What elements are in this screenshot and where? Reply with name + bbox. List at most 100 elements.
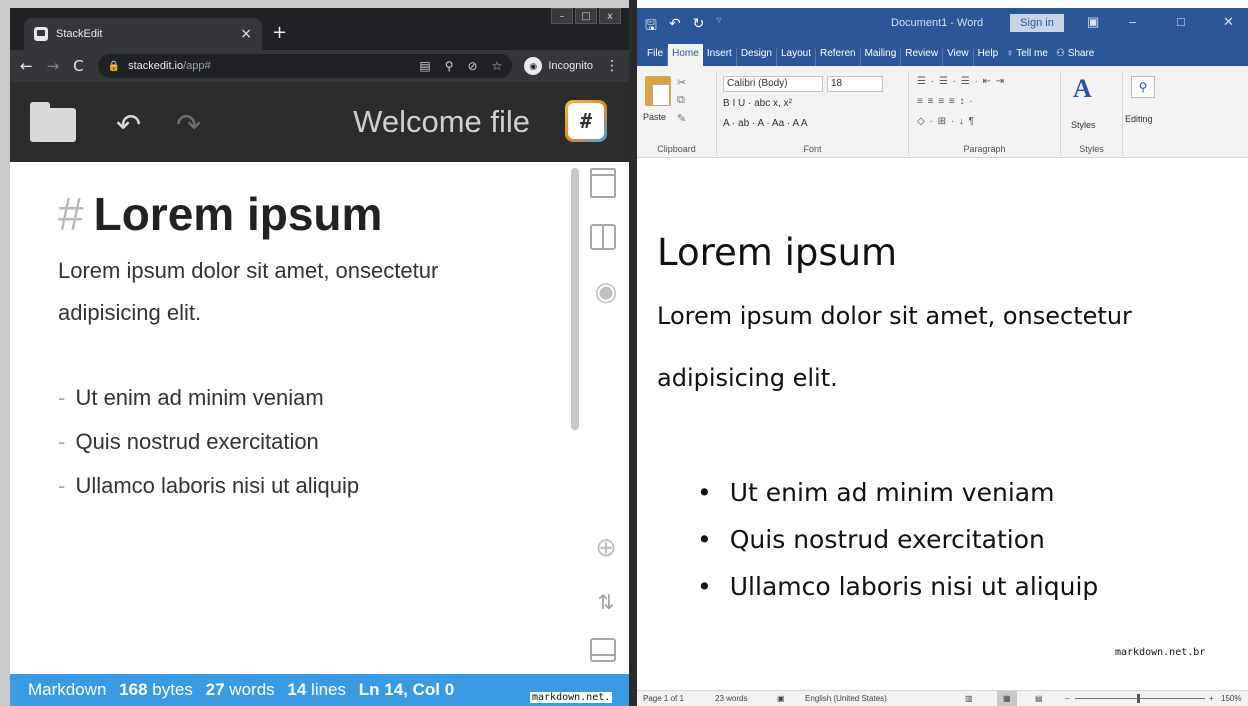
address-bar-icons: ▤ ⚲ ⊘ ☆ [419, 59, 502, 73]
hash-icon: # [568, 103, 604, 139]
tab-mailings[interactable]: Mailing [861, 48, 902, 66]
word-document-page[interactable]: Lorem ipsum Lorem ipsum dolor sit amet, … [637, 159, 1248, 670]
undo-icon[interactable]: ↶ [669, 15, 681, 39]
status-words-label: words [229, 680, 275, 699]
address-bar[interactable]: 🔒 stackedit.io /app# ▤ ⚲ ⊘ ☆ [97, 54, 513, 78]
browser-toolbar: ← → C 🔒 stackedit.io /app# ▤ ⚲ ⊘ ☆ ◉ Inc… [10, 50, 629, 82]
preview-eye-icon[interactable]: ◉ [590, 276, 622, 308]
word-paragraph: Lorem ipsum dolor sit amet, onsectetur a… [657, 302, 1132, 392]
alignment-buttons-icon[interactable]: ≡ ≡ ≡ ≡ ↕ · [917, 96, 974, 107]
status-bar-icon[interactable] [590, 638, 616, 662]
copy-icon[interactable]: ⧉ [677, 94, 685, 107]
maximize-button[interactable]: □ [575, 8, 597, 24]
tab-review[interactable]: Review [901, 48, 944, 66]
cut-icon[interactable]: ✂ [677, 76, 686, 89]
toggle-navbar-icon[interactable] [590, 168, 616, 198]
zoom-slider[interactable] [1075, 698, 1205, 699]
scrollbar-thumb[interactable] [571, 168, 579, 430]
zoom-icon[interactable]: ⚲ [445, 59, 454, 73]
toggle-status-bar-icon[interactable]: ⇅ [590, 586, 622, 618]
stackedit-favicon-icon [34, 27, 48, 41]
editor-scrollbar[interactable] [570, 166, 580, 436]
list-item-text: Ullamco laboris nisi ut aliquip [75, 473, 360, 498]
format-buttons-row2[interactable]: A · ab · A · Aa · A A [723, 118, 808, 129]
close-window-button[interactable]: x [599, 8, 621, 24]
share-button[interactable]: ⚇ Share [1052, 48, 1098, 66]
word-bullet-list: Ut enim ad minim veniam Quis nostrud exe… [697, 469, 1099, 610]
close-tab-icon[interactable]: × [240, 26, 252, 42]
format-painter-icon[interactable]: ✎ [677, 112, 686, 125]
font-size-select[interactable]: 18 [827, 76, 883, 92]
styles-icon[interactable]: A [1073, 74, 1092, 104]
file-title[interactable]: Welcome file [310, 104, 530, 140]
tab-file[interactable]: File [643, 48, 669, 66]
list-item-text: Quis nostrud exercitation [75, 429, 319, 454]
save-icon[interactable]: 🖫 [645, 15, 657, 39]
read-mode-icon[interactable]: ▥ [965, 691, 973, 706]
font-name-select[interactable]: Calibri (Body) [723, 76, 823, 92]
tracking-icon[interactable]: ⊘ [468, 59, 478, 73]
browser-menu-icon[interactable]: ⋮ [605, 58, 619, 74]
undo-icon[interactable]: ↶ [116, 108, 141, 143]
minimize-icon[interactable]: – [1129, 14, 1136, 29]
tab-references[interactable]: Referen [816, 48, 861, 66]
page-count[interactable]: Page 1 of 1 [643, 691, 684, 706]
format-buttons-row1[interactable]: B I U · abc x, x² [723, 98, 792, 109]
reload-icon[interactable]: C [73, 57, 83, 75]
language[interactable]: English (United States) [805, 691, 887, 706]
folder-icon[interactable] [30, 102, 76, 142]
tell-me-search[interactable]: ♀ Tell me [1002, 48, 1052, 66]
print-layout-icon[interactable]: ▦ [997, 691, 1017, 706]
ribbon-display-icon[interactable]: ▣ [1087, 14, 1099, 30]
markdown-editor[interactable]: # Lorem ipsum Lorem ipsum dolor sit amet,… [10, 162, 570, 674]
styles-group: A Styles Styles [1061, 72, 1123, 156]
heading-text: Lorem ipsum [93, 188, 383, 240]
minimize-button[interactable]: – [551, 8, 573, 24]
tab-view[interactable]: View [943, 48, 974, 66]
list-buttons-icon[interactable]: ☰ · ☰ · ☰ · ⇤ ⇥ [917, 76, 1005, 87]
zoom-slider-thumb[interactable] [1137, 694, 1140, 703]
close-icon[interactable]: ✕ [1223, 14, 1234, 30]
paste-icon[interactable] [645, 76, 671, 106]
side-toolbar: ◉ ⊕ ⇅ [584, 162, 629, 674]
zoom-level[interactable]: 150% [1221, 691, 1241, 706]
word-count[interactable]: 23 words [715, 691, 747, 706]
window-divider [629, 0, 637, 706]
maximize-icon[interactable]: □ [1177, 14, 1185, 29]
tab-design[interactable]: Design [737, 48, 777, 66]
ribbon-tab-bar: File Home Insert Design Layout Referen M… [637, 40, 1248, 66]
back-arrow-icon[interactable]: ← [20, 57, 33, 75]
new-tab-button[interactable]: + [272, 22, 287, 43]
styles-button-label: Styles [1071, 120, 1096, 130]
scroll-sync-icon[interactable]: ⊕ [590, 532, 622, 564]
tab-layout[interactable]: Layout [777, 48, 816, 66]
sign-in-button[interactable]: Sign in [1010, 14, 1064, 32]
zoom-out-button[interactable]: – [1065, 691, 1069, 706]
tab-insert[interactable]: Insert [703, 48, 737, 66]
browser-tab[interactable]: StackEdit × [24, 18, 262, 50]
zoom-in-button[interactable]: + [1209, 691, 1214, 706]
markdown-menu-button[interactable]: # [565, 100, 607, 142]
document-title: Document1 - Word [891, 17, 984, 29]
translate-icon[interactable]: ▤ [419, 59, 430, 73]
font-label: Font [803, 144, 822, 154]
forward-arrow-icon[interactable]: → [47, 57, 60, 75]
customize-qat-icon[interactable]: ▿ [716, 15, 721, 39]
tab-help[interactable]: Help [974, 48, 1003, 66]
proofing-icon[interactable]: ▣ [777, 691, 785, 706]
search-icon[interactable]: ⚲ [1131, 76, 1155, 98]
redo-icon[interactable]: ↷ [176, 108, 201, 143]
status-mode: Markdown [28, 680, 107, 699]
bookmark-star-icon[interactable]: ☆ [492, 59, 503, 73]
side-preview-icon[interactable] [590, 224, 616, 250]
incognito-indicator[interactable]: ◉ Incognito [524, 57, 593, 75]
editing-label[interactable]: Editing [1125, 114, 1153, 124]
editor-paragraph: Lorem ipsum dolor sit amet, onsectetur a… [58, 258, 439, 325]
redo-icon[interactable]: ↻ [693, 15, 705, 39]
editing-group: ⚲ Editing [1123, 72, 1175, 156]
status-cursor: Ln 14, Col 0 [358, 680, 455, 699]
tab-home[interactable]: Home [668, 44, 703, 66]
web-layout-icon[interactable]: ▤ [1035, 691, 1043, 706]
editor-list-item: - Quis nostrud exercitation [58, 420, 570, 464]
shading-buttons-icon[interactable]: ◇ · ⊞ · ↓ ¶ [917, 116, 975, 127]
